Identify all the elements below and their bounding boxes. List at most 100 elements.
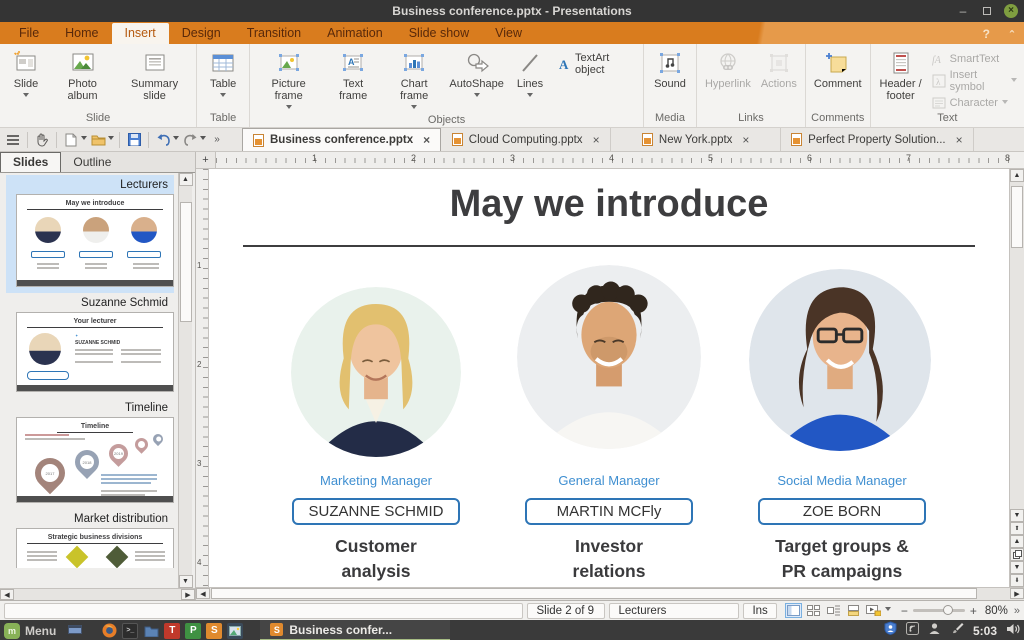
scroll-down-arrow[interactable]: ▼ bbox=[179, 575, 193, 588]
scroll-left-arrow[interactable]: ◀ bbox=[0, 589, 14, 600]
minimize-button[interactable]: – bbox=[956, 4, 970, 18]
terminal-icon[interactable]: >_ bbox=[122, 623, 138, 639]
portrait-social-media-manager[interactable] bbox=[749, 269, 931, 451]
maximize-button[interactable] bbox=[980, 4, 994, 18]
slide-title[interactable]: May we introduce bbox=[209, 183, 1009, 226]
browse-object-button[interactable] bbox=[1010, 548, 1024, 561]
user-account-icon[interactable] bbox=[928, 622, 941, 640]
brush-icon[interactable] bbox=[950, 622, 964, 640]
taskbar-menu-label[interactable]: Menu bbox=[25, 624, 56, 638]
zoom-in-button[interactable]: + bbox=[970, 604, 977, 618]
close-button[interactable]: × bbox=[1004, 4, 1018, 18]
horizontal-ruler[interactable]: 1 2 3 4 5 6 7 8 bbox=[216, 152, 1010, 168]
tab-close-icon[interactable]: × bbox=[742, 133, 749, 147]
portrait-marketing-manager[interactable] bbox=[291, 287, 461, 457]
slide-thumb-entry-2[interactable]: Suzanne Schmid Your lecturer ✦ SUZANNE S… bbox=[6, 293, 174, 398]
titlebar[interactable]: Business conference.pptx - Presentations… bbox=[0, 0, 1024, 22]
tab-slides[interactable]: Slides bbox=[0, 152, 61, 172]
next-slide-button[interactable]: ▼ bbox=[1010, 561, 1024, 574]
chart-frame-dropdown-arrow[interactable] bbox=[411, 105, 417, 112]
tab-close-icon[interactable]: × bbox=[593, 133, 600, 147]
slides-panel-scrollbar[interactable]: ▲ ▼ bbox=[178, 173, 192, 588]
shield-icon[interactable] bbox=[884, 621, 897, 640]
firefox-icon[interactable] bbox=[101, 623, 117, 639]
scroll-down-arrow[interactable]: ▼ bbox=[1010, 509, 1024, 522]
slide-sorter-view-button[interactable] bbox=[805, 603, 822, 618]
slide-thumbnail-2[interactable]: Your lecturer ✦ SUZANNE SCHMID bbox=[16, 312, 174, 392]
statusbar-overflow-icon[interactable]: » bbox=[1014, 605, 1020, 617]
photo-album-button[interactable]: Photo album bbox=[49, 46, 116, 103]
slide-dropdown-arrow[interactable] bbox=[23, 93, 29, 100]
slide-number-indicator[interactable]: Slide 2 of 9 bbox=[527, 603, 605, 619]
textart-object-button[interactable]: A TextArt object bbox=[557, 52, 636, 76]
previous-slide-button[interactable]: ▲ bbox=[1010, 535, 1024, 548]
first-slide-button[interactable]: ⬆ bbox=[1010, 522, 1024, 535]
zoom-slider[interactable] bbox=[913, 609, 965, 612]
person-name-box[interactable]: ZOE BORN bbox=[758, 498, 926, 525]
undo-icon[interactable] bbox=[154, 131, 172, 149]
menu-slideshow[interactable]: Slide show bbox=[396, 23, 482, 44]
image-viewer-icon[interactable] bbox=[227, 623, 243, 639]
connectivity-icon[interactable] bbox=[906, 622, 919, 640]
doc-tab-new-york[interactable]: New York.pptx × bbox=[611, 128, 781, 151]
menu-insert[interactable]: Insert bbox=[112, 23, 169, 44]
save-icon[interactable] bbox=[125, 131, 143, 149]
notes-view-button[interactable] bbox=[845, 603, 862, 618]
tab-close-icon[interactable]: × bbox=[956, 133, 963, 147]
menu-file[interactable]: File bbox=[6, 23, 52, 44]
start-slideshow-button[interactable] bbox=[865, 603, 882, 618]
collapse-ribbon-icon[interactable]: ˆ bbox=[1010, 28, 1014, 43]
tab-outline[interactable]: Outline bbox=[61, 153, 123, 172]
sound-button[interactable]: Sound bbox=[647, 46, 693, 91]
slide-name-indicator[interactable]: Lecturers bbox=[609, 603, 739, 619]
chart-frame-button[interactable]: Chart frame bbox=[382, 46, 446, 113]
slide-thumbnail-1[interactable]: May we introduce bbox=[16, 194, 174, 287]
table-button[interactable]: Table bbox=[200, 46, 246, 101]
insert-mode-indicator[interactable]: Ins bbox=[743, 603, 776, 619]
lines-button[interactable]: Lines bbox=[507, 46, 553, 101]
help-icon[interactable]: ? bbox=[983, 27, 990, 41]
header-footer-button[interactable]: Header / footer bbox=[874, 46, 928, 103]
menu-design[interactable]: Design bbox=[169, 23, 234, 44]
doc-tab-cloud-computing[interactable]: Cloud Computing.pptx × bbox=[441, 128, 611, 151]
scroll-right-arrow[interactable]: ▶ bbox=[1010, 588, 1024, 599]
show-desktop-icon[interactable] bbox=[67, 623, 83, 639]
textmaker-icon[interactable]: T bbox=[164, 623, 180, 639]
view-dropdown-arrow[interactable] bbox=[885, 607, 891, 614]
new-document-dropdown-arrow[interactable] bbox=[81, 136, 87, 143]
volume-icon[interactable] bbox=[1006, 622, 1020, 640]
doc-tab-business-conference[interactable]: Business conference.pptx × bbox=[242, 128, 441, 151]
slide-canvas[interactable]: May we introduce bbox=[209, 169, 1009, 587]
menu-transition[interactable]: Transition bbox=[234, 23, 314, 44]
canvas-horizontal-scrollbar[interactable]: ◀ ▶ bbox=[196, 587, 1024, 600]
slides-panel-hscrollbar[interactable]: ◀ ▶ bbox=[0, 588, 195, 600]
undo-dropdown-arrow[interactable] bbox=[173, 136, 179, 143]
canvas-vertical-scrollbar[interactable]: ▲ ▼ ⬆ ▲ ▼ ⬇ bbox=[1009, 169, 1024, 587]
touch-mode-icon[interactable] bbox=[33, 131, 51, 149]
zoom-out-button[interactable]: − bbox=[901, 604, 908, 618]
slide-thumb-entry-1[interactable]: Lecturers May we introduce bbox=[6, 175, 174, 293]
portrait-general-manager[interactable] bbox=[517, 265, 701, 449]
last-slide-button[interactable]: ⬇ bbox=[1010, 574, 1024, 587]
table-dropdown-arrow[interactable] bbox=[220, 93, 226, 100]
outline-view-button[interactable] bbox=[825, 603, 842, 618]
zoom-level[interactable]: 80% bbox=[985, 605, 1008, 617]
person-role[interactable]: General Manager bbox=[493, 473, 725, 488]
file-manager-icon[interactable] bbox=[143, 623, 159, 639]
menu-view[interactable]: View bbox=[482, 23, 535, 44]
slide-thumb-entry-3[interactable]: Timeline Timeline 2017 2018 2019 bbox=[6, 398, 174, 509]
person-name-box[interactable]: SUZANNE SCHMID bbox=[292, 498, 460, 525]
doc-tab-perfect-property[interactable]: Perfect Property Solution... × bbox=[781, 128, 973, 151]
toolbar-overflow-icon[interactable]: » bbox=[208, 131, 226, 149]
lines-dropdown-arrow[interactable] bbox=[527, 93, 533, 100]
open-dropdown-arrow[interactable] bbox=[108, 136, 114, 143]
text-frame-button[interactable]: A Text frame bbox=[324, 46, 382, 103]
redo-icon[interactable] bbox=[181, 131, 199, 149]
scroll-right-arrow[interactable]: ▶ bbox=[181, 589, 195, 600]
clock[interactable]: 5:03 bbox=[973, 624, 997, 638]
summary-slide-button[interactable]: Summary slide bbox=[116, 46, 193, 103]
mint-menu-icon[interactable]: m bbox=[4, 623, 20, 639]
hamburger-menu-icon[interactable] bbox=[4, 131, 22, 149]
slide-thumbnail-4[interactable]: Strategic business divisions bbox=[16, 528, 174, 568]
slide-thumb-entry-4[interactable]: Market distribution Strategic business d… bbox=[6, 509, 174, 574]
